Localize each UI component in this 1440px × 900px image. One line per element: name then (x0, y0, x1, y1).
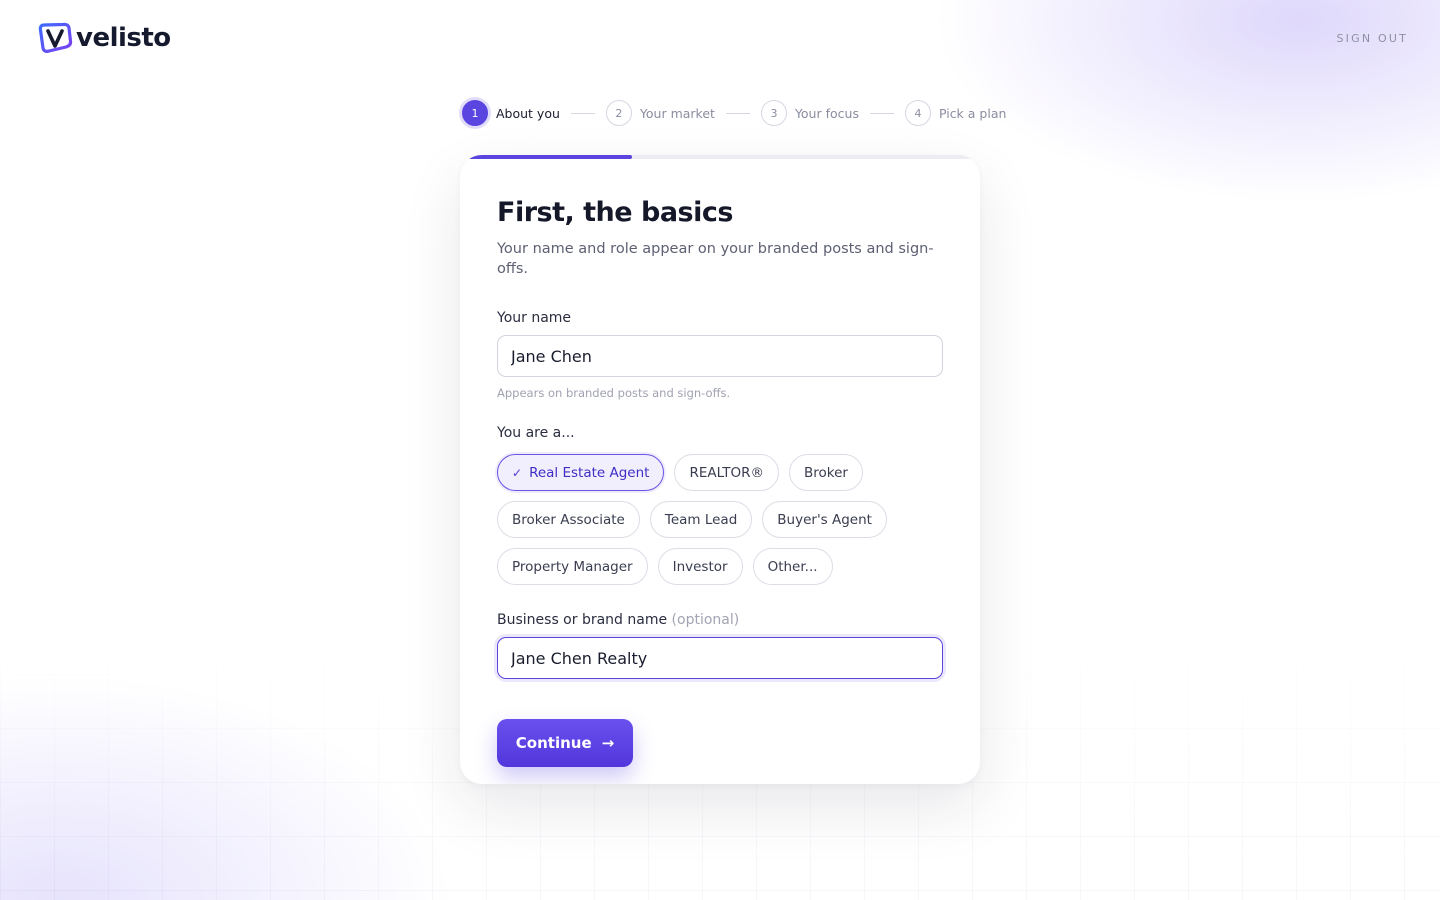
continue-label: Continue (515, 734, 592, 752)
brand-logo[interactable]: velisto (38, 22, 171, 54)
step-your-focus[interactable]: 3 Your focus (760, 100, 859, 126)
step-your-market[interactable]: 2 Your market (605, 100, 715, 126)
step-about-you[interactable]: 1 About you (462, 100, 560, 126)
step-label: About you (496, 105, 560, 121)
onboarding-page: velisto SIGN OUT 1 About you 2 Your mark… (0, 0, 1440, 900)
progress-bar-fill (460, 155, 632, 159)
role-chip-other[interactable]: Other... (752, 548, 833, 585)
business-field-label: Business or brand name (optional) (497, 611, 943, 629)
step-pick-a-plan[interactable]: 4 Pick a plan (904, 100, 1007, 126)
role-field-label: You are a... (497, 425, 575, 441)
role-chip-broker[interactable]: Broker (789, 454, 863, 491)
role-chip-realtor[interactable]: REALTOR® (674, 454, 779, 491)
role-chip-team-lead[interactable]: Team Lead (649, 501, 753, 538)
role-chip-property-manager[interactable]: Property Manager (497, 548, 648, 585)
chip-label: Property Manager (512, 558, 633, 575)
chip-label: Other... (767, 558, 818, 575)
chip-label: Buyer's Agent (777, 511, 872, 528)
chip-label: Broker Associate (512, 511, 625, 528)
name-input[interactable] (497, 335, 943, 377)
step-divider (570, 112, 595, 114)
step-number: 2 (605, 100, 632, 126)
step-number: 4 (904, 100, 931, 126)
form-subtitle: Your name and role appear on your brande… (497, 241, 934, 277)
role-chip-investor[interactable]: Investor (657, 548, 743, 585)
role-chip-broker-associate[interactable]: Broker Associate (497, 501, 640, 538)
optional-tag: (optional) (671, 612, 740, 628)
step-label: Pick a plan (938, 105, 1007, 121)
role-chip-buyers-agent[interactable]: Buyer's Agent (762, 501, 887, 538)
name-field-label: Your name (497, 310, 572, 326)
chip-label: REALTOR® (689, 464, 764, 481)
step-number: 3 (760, 100, 787, 126)
chip-label: Team Lead (664, 511, 738, 528)
step-label: Your focus (794, 105, 859, 121)
step-divider (725, 112, 750, 114)
role-chip-group: ✓ Real Estate Agent REALTOR® Broker Brok… (497, 454, 947, 585)
name-field-hint: Appears on branded posts and sign-offs. (497, 386, 731, 400)
role-chip-real-estate-agent[interactable]: ✓ Real Estate Agent (497, 454, 665, 491)
form-title: First, the basics (497, 197, 733, 228)
basics-form-card: First, the basics Your name and role app… (460, 155, 980, 784)
check-icon: ✓ (512, 465, 523, 480)
chip-label: Broker (804, 464, 848, 481)
step-divider (869, 112, 894, 114)
progress-bar (460, 155, 980, 159)
step-number: 1 (462, 100, 488, 126)
continue-button[interactable]: Continue → (497, 719, 633, 767)
onboarding-stepper: 1 About you 2 Your market 3 Your focus 4… (462, 100, 1006, 126)
logo-text: velisto (76, 23, 171, 53)
sign-out-link[interactable]: SIGN OUT (1336, 32, 1408, 45)
chip-label: Investor (672, 558, 728, 575)
form-content: First, the basics Your name and role app… (497, 195, 943, 767)
velisto-logo-icon (38, 22, 73, 53)
business-label-text: Business or brand name (497, 612, 668, 628)
chip-label: Real Estate Agent (529, 464, 650, 481)
arrow-right-icon: → (601, 734, 615, 752)
step-label: Your market (639, 105, 715, 121)
business-name-input[interactable] (497, 637, 943, 679)
